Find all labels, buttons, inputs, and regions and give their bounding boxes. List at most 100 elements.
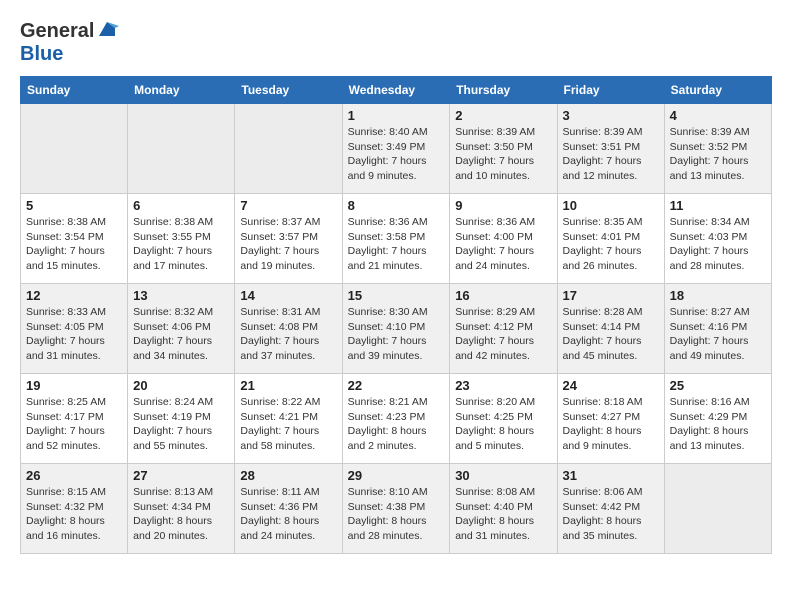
weekday-header-saturday: Saturday bbox=[664, 77, 771, 104]
day-info: Sunrise: 8:36 AM Sunset: 3:58 PM Dayligh… bbox=[348, 215, 445, 274]
day-info: Sunrise: 8:39 AM Sunset: 3:50 PM Dayligh… bbox=[455, 125, 551, 184]
day-info: Sunrise: 8:35 AM Sunset: 4:01 PM Dayligh… bbox=[563, 215, 659, 274]
weekday-header-monday: Monday bbox=[128, 77, 235, 104]
calendar-cell: 9 Sunrise: 8:36 AM Sunset: 4:00 PM Daylig… bbox=[450, 194, 557, 284]
calendar-cell: 2 Sunrise: 8:39 AM Sunset: 3:50 PM Daylig… bbox=[450, 104, 557, 194]
day-info: Sunrise: 8:37 AM Sunset: 3:57 PM Dayligh… bbox=[240, 215, 336, 274]
calendar-cell: 22Sunrise: 8:21 AM Sunset: 4:23 PM Dayli… bbox=[342, 374, 450, 464]
week-row-3: 12 Sunrise: 8:33 AM Sunset: 4:05 PM Dayli… bbox=[21, 284, 772, 374]
calendar-cell: 19Sunrise: 8:25 AM Sunset: 4:17 PM Dayli… bbox=[21, 374, 128, 464]
day-number: 3 bbox=[563, 108, 659, 123]
day-number: 31 bbox=[563, 468, 659, 483]
day-info: Sunrise: 8:25 AM Sunset: 4:17 PM Dayligh… bbox=[26, 395, 122, 454]
day-number: 24 bbox=[563, 378, 659, 393]
day-number: 21 bbox=[240, 378, 336, 393]
calendar-cell: 11 Sunrise: 8:34 AM Sunset: 4:03 PM Dayli… bbox=[664, 194, 771, 284]
day-number: 2 bbox=[455, 108, 551, 123]
day-number: 30 bbox=[455, 468, 551, 483]
day-number: 22 bbox=[348, 378, 445, 393]
day-info: Sunrise: 8:13 AM Sunset: 4:34 PM Dayligh… bbox=[133, 485, 229, 544]
calendar-cell: 5 Sunrise: 8:38 AM Sunset: 3:54 PM Daylig… bbox=[21, 194, 128, 284]
day-number: 28 bbox=[240, 468, 336, 483]
day-number: 20 bbox=[133, 378, 229, 393]
day-info: Sunrise: 8:28 AM Sunset: 4:14 PM Dayligh… bbox=[563, 305, 659, 364]
calendar-cell: 17 Sunrise: 8:28 AM Sunset: 4:14 PM Dayli… bbox=[557, 284, 664, 374]
weekday-header-thursday: Thursday bbox=[450, 77, 557, 104]
day-number: 9 bbox=[455, 198, 551, 213]
day-info: Sunrise: 8:16 AM Sunset: 4:29 PM Dayligh… bbox=[670, 395, 766, 454]
day-number: 11 bbox=[670, 198, 766, 213]
day-number: 18 bbox=[670, 288, 766, 303]
header: General Blue bbox=[20, 20, 772, 66]
day-info: Sunrise: 8:33 AM Sunset: 4:05 PM Dayligh… bbox=[26, 305, 122, 364]
day-info: Sunrise: 8:38 AM Sunset: 3:55 PM Dayligh… bbox=[133, 215, 229, 274]
day-info: Sunrise: 8:31 AM Sunset: 4:08 PM Dayligh… bbox=[240, 305, 336, 364]
calendar-cell: 18 Sunrise: 8:27 AM Sunset: 4:16 PM Dayli… bbox=[664, 284, 771, 374]
logo-blue: Blue bbox=[20, 43, 63, 65]
day-info: Sunrise: 8:36 AM Sunset: 4:00 PM Dayligh… bbox=[455, 215, 551, 274]
calendar-cell: 3 Sunrise: 8:39 AM Sunset: 3:51 PM Daylig… bbox=[557, 104, 664, 194]
day-info: Sunrise: 8:39 AM Sunset: 3:51 PM Dayligh… bbox=[563, 125, 659, 184]
day-number: 17 bbox=[563, 288, 659, 303]
day-number: 16 bbox=[455, 288, 551, 303]
day-number: 23 bbox=[455, 378, 551, 393]
week-row-5: 26 Sunrise: 8:15 AM Sunset: 4:32 PM Dayli… bbox=[21, 464, 772, 554]
day-info: Sunrise: 8:20 AM Sunset: 4:25 PM Dayligh… bbox=[455, 395, 551, 454]
day-number: 13 bbox=[133, 288, 229, 303]
day-info: Sunrise: 8:10 AM Sunset: 4:38 PM Dayligh… bbox=[348, 485, 445, 544]
calendar-cell: 6 Sunrise: 8:38 AM Sunset: 3:55 PM Daylig… bbox=[128, 194, 235, 284]
weekday-header-tuesday: Tuesday bbox=[235, 77, 342, 104]
day-number: 27 bbox=[133, 468, 229, 483]
calendar-cell: 25 Sunrise: 8:16 AM Sunset: 4:29 PM Dayli… bbox=[664, 374, 771, 464]
calendar-cell bbox=[664, 464, 771, 554]
day-number: 14 bbox=[240, 288, 336, 303]
day-info: Sunrise: 8:15 AM Sunset: 4:32 PM Dayligh… bbox=[26, 485, 122, 544]
calendar-cell: 31 Sunrise: 8:06 AM Sunset: 4:42 PM Dayli… bbox=[557, 464, 664, 554]
calendar-cell: 10 Sunrise: 8:35 AM Sunset: 4:01 PM Dayli… bbox=[557, 194, 664, 284]
calendar-cell bbox=[128, 104, 235, 194]
calendar-cell: 13Sunrise: 8:32 AM Sunset: 4:06 PM Dayli… bbox=[128, 284, 235, 374]
calendar-cell: 27 Sunrise: 8:13 AM Sunset: 4:34 PM Dayli… bbox=[128, 464, 235, 554]
day-number: 8 bbox=[348, 198, 445, 213]
day-info: Sunrise: 8:40 AM Sunset: 3:49 PM Dayligh… bbox=[348, 125, 445, 184]
calendar-cell: 29Sunrise: 8:10 AM Sunset: 4:38 PM Dayli… bbox=[342, 464, 450, 554]
day-number: 25 bbox=[670, 378, 766, 393]
weekday-header-friday: Friday bbox=[557, 77, 664, 104]
calendar-cell: 4 Sunrise: 8:39 AM Sunset: 3:52 PM Daylig… bbox=[664, 104, 771, 194]
day-info: Sunrise: 8:08 AM Sunset: 4:40 PM Dayligh… bbox=[455, 485, 551, 544]
day-number: 7 bbox=[240, 198, 336, 213]
logo-general: General bbox=[20, 20, 94, 43]
day-info: Sunrise: 8:18 AM Sunset: 4:27 PM Dayligh… bbox=[563, 395, 659, 454]
day-info: Sunrise: 8:34 AM Sunset: 4:03 PM Dayligh… bbox=[670, 215, 766, 274]
calendar-cell: 8 Sunrise: 8:36 AM Sunset: 3:58 PM Daylig… bbox=[342, 194, 450, 284]
day-number: 5 bbox=[26, 198, 122, 213]
day-info: Sunrise: 8:38 AM Sunset: 3:54 PM Dayligh… bbox=[26, 215, 122, 274]
calendar-cell bbox=[21, 104, 128, 194]
logo: General Blue bbox=[20, 20, 119, 66]
day-info: Sunrise: 8:29 AM Sunset: 4:12 PM Dayligh… bbox=[455, 305, 551, 364]
day-number: 26 bbox=[26, 468, 122, 483]
day-number: 15 bbox=[348, 288, 445, 303]
calendar-cell: 28 Sunrise: 8:11 AM Sunset: 4:36 PM Dayli… bbox=[235, 464, 342, 554]
weekday-header-wednesday: Wednesday bbox=[342, 77, 450, 104]
day-info: Sunrise: 8:30 AM Sunset: 4:10 PM Dayligh… bbox=[348, 305, 445, 364]
weekday-header-sunday: Sunday bbox=[21, 77, 128, 104]
calendar-cell bbox=[235, 104, 342, 194]
calendar-cell: 15 Sunrise: 8:30 AM Sunset: 4:10 PM Dayli… bbox=[342, 284, 450, 374]
week-row-4: 19Sunrise: 8:25 AM Sunset: 4:17 PM Dayli… bbox=[21, 374, 772, 464]
week-row-1: 1Sunrise: 8:40 AM Sunset: 3:49 PM Daylig… bbox=[21, 104, 772, 194]
calendar-cell: 26 Sunrise: 8:15 AM Sunset: 4:32 PM Dayli… bbox=[21, 464, 128, 554]
day-number: 6 bbox=[133, 198, 229, 213]
day-number: 12 bbox=[26, 288, 122, 303]
day-info: Sunrise: 8:11 AM Sunset: 4:36 PM Dayligh… bbox=[240, 485, 336, 544]
day-number: 4 bbox=[670, 108, 766, 123]
calendar-cell: 23 Sunrise: 8:20 AM Sunset: 4:25 PM Dayli… bbox=[450, 374, 557, 464]
day-info: Sunrise: 8:22 AM Sunset: 4:21 PM Dayligh… bbox=[240, 395, 336, 454]
calendar-cell: 21 Sunrise: 8:22 AM Sunset: 4:21 PM Dayli… bbox=[235, 374, 342, 464]
week-row-2: 5 Sunrise: 8:38 AM Sunset: 3:54 PM Daylig… bbox=[21, 194, 772, 284]
weekday-header-row: SundayMondayTuesdayWednesdayThursdayFrid… bbox=[21, 77, 772, 104]
day-info: Sunrise: 8:06 AM Sunset: 4:42 PM Dayligh… bbox=[563, 485, 659, 544]
day-info: Sunrise: 8:27 AM Sunset: 4:16 PM Dayligh… bbox=[670, 305, 766, 364]
day-info: Sunrise: 8:39 AM Sunset: 3:52 PM Dayligh… bbox=[670, 125, 766, 184]
day-number: 10 bbox=[563, 198, 659, 213]
